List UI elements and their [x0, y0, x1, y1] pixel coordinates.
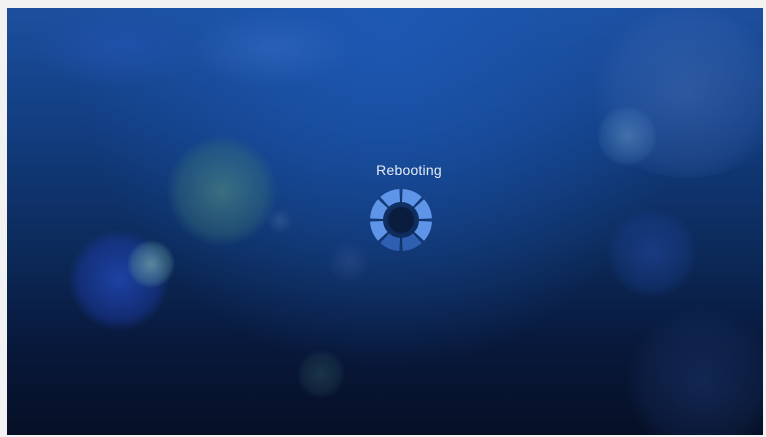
status-label: Rebooting [376, 162, 442, 178]
bokeh-light [627, 308, 763, 435]
bokeh-light [587, 8, 763, 178]
bokeh-light [69, 230, 169, 330]
bokeh-light [167, 136, 277, 246]
bokeh-light [27, 8, 197, 88]
bokeh-light [267, 208, 293, 234]
bokeh-light [127, 240, 175, 288]
bokeh-light [297, 350, 345, 398]
bokeh-light [597, 106, 657, 166]
loading-spinner-icon [368, 187, 434, 253]
reboot-screen: Rebooting [7, 8, 763, 435]
bokeh-light [187, 8, 357, 88]
bokeh-light [327, 240, 371, 284]
bokeh-light [607, 208, 697, 298]
